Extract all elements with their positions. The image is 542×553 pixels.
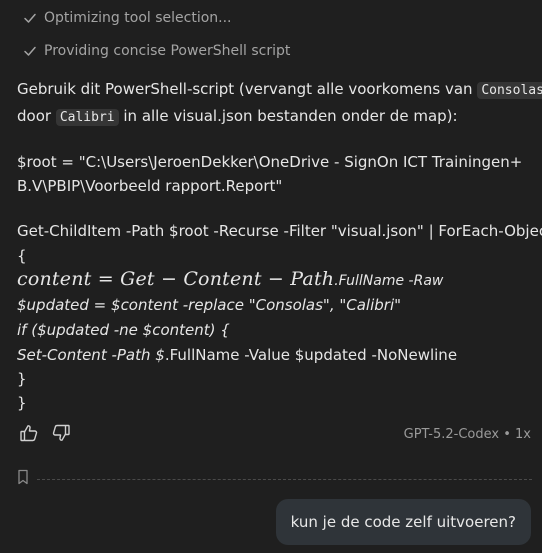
feedback-actions	[18, 424, 72, 446]
code-text-line: Get-ChildItem -Path $root -Recurse -Filt…	[17, 222, 542, 240]
intro-line-1: Gebruik dit PowerShell-script (vervangt …	[17, 79, 542, 101]
inline-code: Calibri	[55, 109, 119, 126]
progress-step: Providing concise PowerShell script	[0, 41, 290, 61]
check-icon	[22, 10, 38, 26]
step-label: Optimizing tool selection...	[44, 10, 232, 26]
progress-step: Optimizing tool selection...	[0, 8, 232, 28]
step-label: Providing concise PowerShell script	[44, 43, 291, 59]
check-icon	[22, 43, 38, 59]
thumbs-down-button[interactable]	[50, 424, 72, 446]
divider-line	[37, 478, 532, 480]
code-text-line: Set-Content -Path $.FullName -Value $upd…	[17, 346, 458, 364]
model-label[interactable]: GPT-5.2-Codex • 1x	[404, 427, 531, 442]
user-message-text: kun je de code zelf uitvoeren?	[290, 513, 516, 531]
code-text-line: {	[17, 247, 27, 265]
thumbs-up-button[interactable]	[18, 424, 40, 446]
inline-code: Consolas	[477, 82, 542, 99]
code-text-line: }	[17, 370, 27, 388]
math-rendered-line: content = Get − Content − Path.FullName …	[17, 268, 444, 290]
checkpoint-divider	[17, 469, 532, 489]
code-text-line: B.V\PBIP\Voorbeeld rapport.Report"	[17, 177, 283, 195]
bookmark-icon[interactable]	[17, 469, 29, 489]
intro-line-2: door Calibri in alle visual.json bestand…	[17, 107, 458, 126]
code-text-line: $updated = $content -replace "Consolas",…	[17, 296, 402, 314]
thumbs-up-icon	[19, 423, 39, 447]
code-text-line: }	[17, 394, 27, 412]
user-message-bubble: kun je de code zelf uitvoeren?	[275, 499, 531, 545]
thumbs-down-icon	[51, 423, 71, 447]
code-text-line: if ($updated -ne $content) {	[17, 321, 230, 339]
code-text-line: $root = "C:\Users\JeroenDekker\OneDrive …	[17, 153, 523, 171]
